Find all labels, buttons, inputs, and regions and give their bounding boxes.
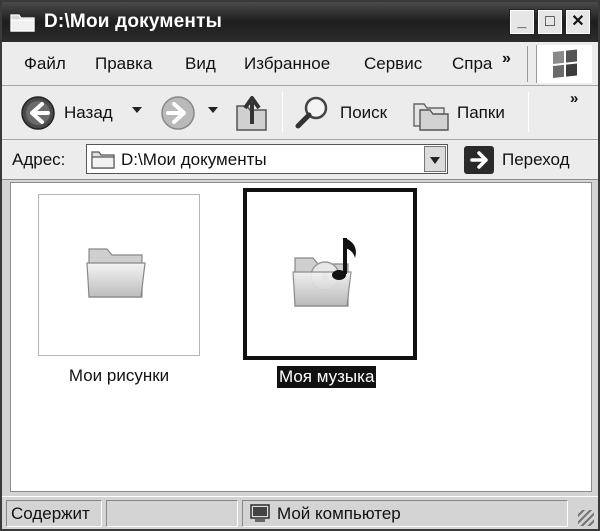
forward-arrow-icon[interactable] <box>160 95 196 131</box>
menu-edit[interactable]: Правка <box>95 54 152 74</box>
item-label[interactable]: Мои рисунки <box>41 366 197 386</box>
status-zone: Мой компьютер <box>242 500 568 527</box>
menu-overflow-chevron[interactable]: » <box>502 50 511 68</box>
window-title: D:\Мои документы <box>44 11 223 32</box>
address-label: Адрес: <box>12 150 66 169</box>
address-value[interactable]: D:\Мои документы <box>121 150 267 170</box>
explorer-window: D:\Мои документы _ □ ✕ Файл Правка Вид И… <box>0 0 600 531</box>
go-button-label[interactable]: Переход <box>502 150 570 170</box>
folders-button-label[interactable]: Папки <box>457 103 505 123</box>
menu-file[interactable]: Файл <box>24 54 66 74</box>
search-button-label[interactable]: Поиск <box>340 103 387 123</box>
folder-icon <box>91 151 115 169</box>
toolbar: Назад Поиск Папки » <box>2 86 598 140</box>
music-folder-icon <box>292 238 356 307</box>
forward-dropdown-icon[interactable] <box>208 107 218 113</box>
windows-logo-icon <box>536 45 592 83</box>
resize-grip-icon[interactable] <box>578 510 594 526</box>
item-label-selected[interactable]: Моя музыка <box>277 366 377 388</box>
folder-icon <box>86 248 146 298</box>
menu-tools[interactable]: Сервис <box>364 54 422 74</box>
back-button-label[interactable]: Назад <box>64 103 113 123</box>
menu-help[interactable]: Спра <box>452 54 492 74</box>
toolbar-separator <box>528 92 529 132</box>
folder-icon <box>10 14 35 32</box>
toolbar-overflow-chevron[interactable]: » <box>570 90 578 107</box>
folders-icon[interactable] <box>410 94 450 132</box>
menu-view[interactable]: Вид <box>185 54 216 74</box>
address-input[interactable]: D:\Мои документы <box>86 144 448 174</box>
search-icon[interactable] <box>294 94 332 132</box>
minimize-button[interactable]: _ <box>509 9 535 35</box>
go-arrow-icon[interactable] <box>464 146 494 174</box>
address-bar: Адрес: D:\Мои документы Переход <box>2 140 598 180</box>
close-button[interactable]: ✕ <box>565 9 591 35</box>
menu-separator <box>527 46 528 82</box>
my-computer-icon <box>250 504 270 522</box>
back-dropdown-icon[interactable] <box>132 107 142 113</box>
thumbnail-selected[interactable] <box>243 188 417 360</box>
menu-favorites[interactable]: Избранное <box>244 54 330 74</box>
back-arrow-icon[interactable] <box>20 95 56 131</box>
address-dropdown-button[interactable] <box>424 146 446 172</box>
maximize-button[interactable]: □ <box>537 9 563 35</box>
up-folder-icon[interactable] <box>234 92 270 132</box>
menu-bar: Файл Правка Вид Избранное Сервис Спра » <box>2 42 598 86</box>
status-bar: Содержит Мой компьютер <box>2 496 598 529</box>
status-contents: Содержит <box>6 500 102 527</box>
toolbar-separator <box>282 92 283 132</box>
file-list-view[interactable]: Мои рисунки Моя музыка <box>10 182 592 492</box>
status-zone-label: Мой компьютер <box>277 504 401 523</box>
status-middle <box>106 500 238 527</box>
thumbnail[interactable] <box>38 194 200 356</box>
title-bar[interactable]: D:\Мои документы _ □ ✕ <box>2 2 598 42</box>
